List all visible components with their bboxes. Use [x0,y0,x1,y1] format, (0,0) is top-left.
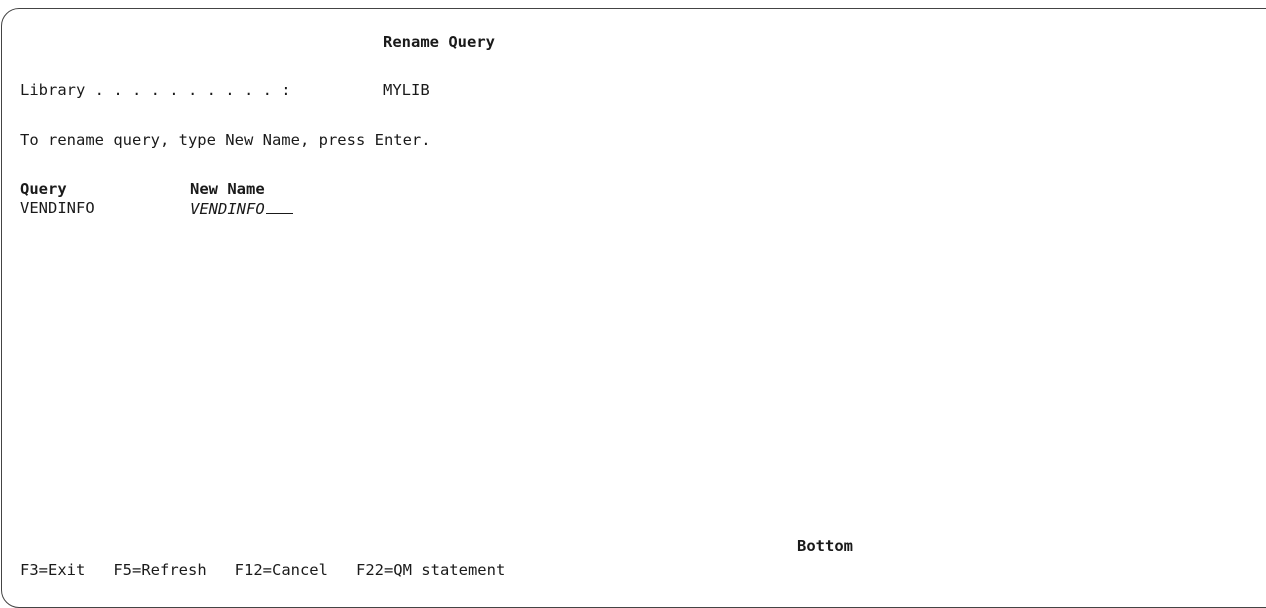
column-header-new-name: New Name [190,180,265,198]
new-name-input[interactable]: VENDINFO [190,198,293,219]
library-label: Library . . . . . . . . . . : [20,81,291,99]
function-key-bar: F3=Exit F5=Refresh F12=Cancel F22=QM statem… [20,560,533,580]
column-header-query: Query [20,180,67,198]
instruction-text: To rename query, type New Name, press En… [20,131,431,149]
f22-qm-statement-key[interactable]: F22=QM statement [356,561,505,579]
list-position-indicator: Bottom [797,537,853,555]
library-value: MYLIB [383,81,430,99]
new-name-input-value: VENDINFO [190,200,265,218]
screen-title: Rename Query [383,33,495,51]
query-name-cell: VENDINFO [20,199,95,217]
new-name-input-underline [265,198,293,214]
f12-cancel-key[interactable]: F12=Cancel [235,561,328,579]
f5-refresh-key[interactable]: F5=Refresh [113,561,206,579]
f3-exit-key[interactable]: F3=Exit [20,561,85,579]
